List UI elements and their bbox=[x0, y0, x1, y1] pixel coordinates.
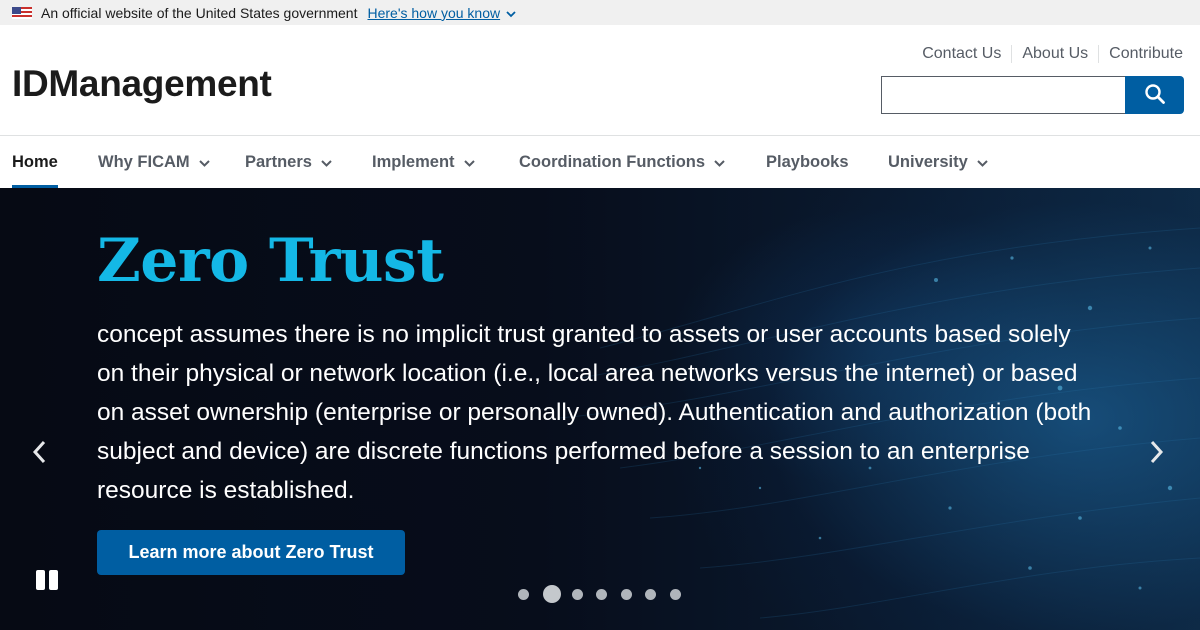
site-title[interactable]: IDManagement bbox=[12, 63, 272, 105]
link-divider bbox=[1011, 45, 1013, 63]
carousel-dot[interactable] bbox=[571, 588, 583, 600]
carousel-next-button[interactable] bbox=[1144, 438, 1168, 466]
carousel-dot[interactable] bbox=[518, 588, 529, 600]
contact-us-link[interactable]: Contact Us bbox=[922, 45, 1001, 63]
carousel-dot[interactable] bbox=[596, 588, 607, 600]
us-flag-icon bbox=[12, 6, 32, 19]
search-icon bbox=[1144, 83, 1166, 108]
search-button[interactable] bbox=[1125, 76, 1184, 114]
carousel-dot[interactable] bbox=[645, 588, 656, 600]
pause-icon bbox=[49, 570, 58, 590]
carousel-indicators bbox=[518, 585, 694, 603]
search-form bbox=[881, 76, 1184, 114]
secondary-links: Contact Us About Us Contribute bbox=[922, 45, 1183, 63]
nav-item-university[interactable]: University bbox=[888, 136, 988, 189]
chevron-down-icon bbox=[714, 153, 725, 172]
hero-title: Zero Trust bbox=[97, 226, 444, 296]
nav-item-coordination-functions[interactable]: Coordination Functions bbox=[519, 136, 725, 189]
chevron-down-icon bbox=[198, 153, 210, 172]
chevron-down-icon bbox=[463, 153, 475, 172]
chevron-right-icon bbox=[1144, 440, 1168, 470]
nav-item-playbooks[interactable]: Playbooks bbox=[766, 136, 849, 189]
carousel-dot[interactable] bbox=[620, 588, 632, 600]
carousel-dot[interactable] bbox=[669, 588, 681, 600]
nav-item-label: Coordination Functions bbox=[519, 153, 706, 171]
nav-item-label: Partners bbox=[245, 153, 312, 171]
heres-how-you-know-link[interactable]: Here's how you know bbox=[367, 5, 516, 21]
chevron-down-icon bbox=[977, 153, 988, 172]
contribute-link[interactable]: Contribute bbox=[1109, 45, 1183, 63]
gov-banner: An official website of the United States… bbox=[0, 0, 1200, 25]
nav-item-label: University bbox=[888, 153, 968, 171]
chevron-left-icon bbox=[28, 440, 52, 470]
carousel-pause-button[interactable] bbox=[36, 570, 58, 590]
carousel-dot-active[interactable] bbox=[542, 585, 561, 603]
carousel-prev-button[interactable] bbox=[28, 438, 52, 466]
nav-item-label: Playbooks bbox=[766, 153, 849, 171]
chevron-down-icon bbox=[506, 5, 516, 21]
nav-item-why-ficam[interactable]: Why FICAM bbox=[98, 136, 210, 189]
learn-more-button[interactable]: Learn more about Zero Trust bbox=[97, 530, 405, 575]
about-us-link[interactable]: About Us bbox=[1022, 45, 1088, 63]
heres-how-you-know-label: Here's how you know bbox=[367, 4, 501, 21]
nav-item-label: Home bbox=[12, 153, 58, 171]
nav-item-partners[interactable]: Partners bbox=[245, 136, 332, 189]
nav-item-label: Implement bbox=[372, 153, 455, 171]
hero-carousel: Zero Trust concept assumes there is no i… bbox=[0, 188, 1200, 630]
nav-item-label: Why FICAM bbox=[98, 153, 190, 171]
gov-banner-text: An official website of the United States… bbox=[41, 4, 358, 21]
site-header: IDManagement Contact Us About Us Contrib… bbox=[0, 25, 1200, 135]
nav-item-home[interactable]: Home bbox=[12, 136, 58, 189]
chevron-down-icon bbox=[321, 153, 332, 172]
primary-nav: Home Why FICAM Partners Implement Coordi… bbox=[0, 135, 1200, 189]
search-input[interactable] bbox=[881, 76, 1125, 114]
nav-item-implement[interactable]: Implement bbox=[372, 136, 475, 189]
hero-description: concept assumes there is no implicit tru… bbox=[97, 321, 1092, 504]
link-divider bbox=[1098, 45, 1100, 63]
pause-icon bbox=[36, 570, 45, 590]
